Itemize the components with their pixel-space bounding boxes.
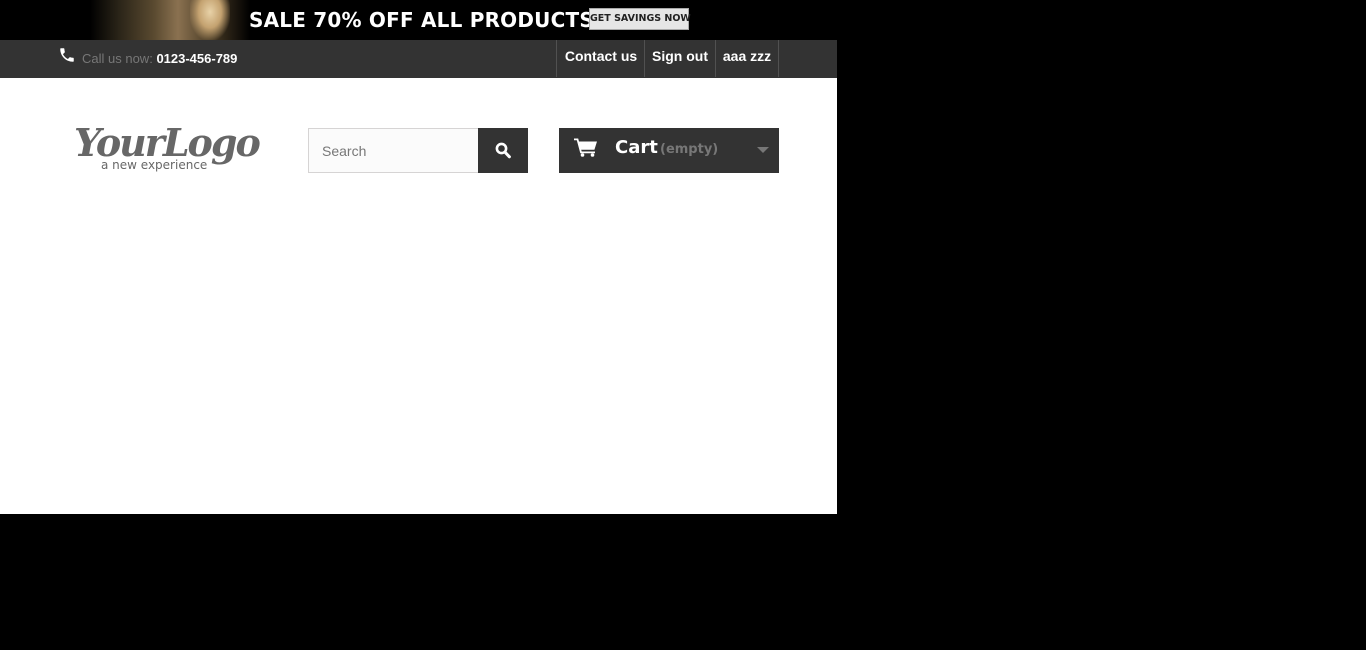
- banner-headline: SALE 70% OFF ALL PRODUCTS: [249, 8, 594, 32]
- caret-down-icon[interactable]: [757, 147, 769, 153]
- get-savings-button[interactable]: GET SAVINGS NOW: [589, 8, 691, 30]
- search-input[interactable]: [308, 128, 479, 173]
- call-us-label: Call us now:: [82, 51, 153, 66]
- search-icon: [495, 142, 511, 159]
- store-page: SALE 70% OFF ALL PRODUCTS GET SAVINGS NO…: [0, 0, 837, 514]
- promo-banner[interactable]: SALE 70% OFF ALL PRODUCTS GET SAVINGS NO…: [0, 0, 837, 40]
- shopping-cart-icon: [574, 138, 597, 157]
- logo-tagline: a new experience: [101, 158, 208, 172]
- store-logo[interactable]: YourLogo a new experience: [74, 118, 261, 178]
- cart-label: Cart: [615, 137, 658, 158]
- phone-icon: [60, 48, 74, 62]
- banner-model-figure: [190, 0, 230, 40]
- cart-button[interactable]: Cart (empty): [559, 128, 779, 173]
- top-nav-bar: Call us now: 0123-456-789 Contact us Sig…: [0, 40, 837, 78]
- cart-status: (empty): [660, 142, 719, 157]
- search-button[interactable]: [478, 128, 528, 173]
- call-us-text: Call us now: 0123-456-789: [82, 51, 237, 66]
- account-user-link[interactable]: aaa zzz: [715, 40, 779, 77]
- contact-us-link[interactable]: Contact us: [556, 40, 645, 77]
- sign-out-link[interactable]: Sign out: [644, 40, 715, 77]
- phone-number: 0123-456-789: [156, 51, 238, 66]
